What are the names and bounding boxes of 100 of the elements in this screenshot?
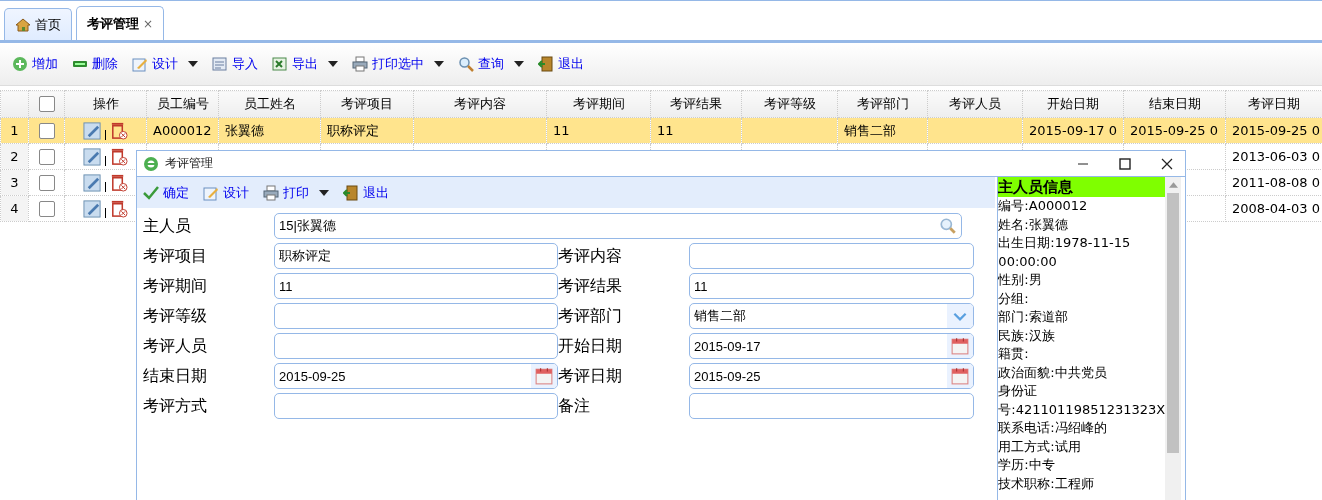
field-label: 备注 xyxy=(558,395,591,417)
info-line: 出生日期:1978-11-15 00:00:00 xyxy=(998,234,1132,271)
field-label: 考评期间 xyxy=(143,275,208,297)
toolbar-button[interactable]: 退出 xyxy=(538,55,584,73)
toolbar-button[interactable]: 查询 xyxy=(458,55,524,73)
calendar-icon[interactable] xyxy=(951,367,969,385)
info-line: 用工方式:试用 xyxy=(998,437,1082,456)
plus-icon xyxy=(12,56,28,72)
table-cell: 2015-09-17 0 xyxy=(1029,123,1117,138)
toolbar-button[interactable]: 设计 xyxy=(132,55,198,73)
date-field[interactable]: 2015-09-25 xyxy=(274,363,558,389)
door-icon xyxy=(343,184,359,201)
field-label: 主人员 xyxy=(143,215,192,237)
close-icon[interactable]: × xyxy=(143,16,154,31)
trash-icon[interactable] xyxy=(109,147,128,166)
info-line: 部门:索道部 xyxy=(998,308,1069,326)
toolbar-button[interactable]: 确定 xyxy=(143,183,189,202)
column-header[interactable]: 操作 xyxy=(92,96,119,111)
table-row[interactable]: 1 A000012 张翼德 职称评定 11 11 销售二部 2015-09-17 0 2015-09-25 0 2015-09-25 0 xyxy=(0,117,1322,144)
trash-icon[interactable] xyxy=(109,199,128,218)
sheet-icon xyxy=(212,56,228,72)
search-field[interactable]: 15|张翼德 xyxy=(274,213,962,239)
info-line: 分组: xyxy=(998,289,1030,308)
row-number: 2 xyxy=(10,149,19,164)
toolbar-button[interactable]: 导出 xyxy=(272,55,338,73)
toolbar-button[interactable]: 设计 xyxy=(203,183,249,202)
input-field[interactable] xyxy=(689,393,974,419)
edit-icon[interactable] xyxy=(83,173,102,192)
tab[interactable]: 首页 xyxy=(4,8,72,40)
checkbox[interactable] xyxy=(38,174,55,191)
checkbox[interactable] xyxy=(38,96,55,113)
printer-icon xyxy=(263,184,279,201)
input-field[interactable]: 11 xyxy=(689,273,974,299)
table-cell: 职称评定 xyxy=(327,122,379,138)
info-line: 姓名:张翼德 xyxy=(998,215,1069,234)
pencil-icon xyxy=(132,56,148,72)
toolbar-button[interactable]: 增加 xyxy=(12,55,58,73)
edit-icon[interactable] xyxy=(83,199,102,218)
table-cell: 2011-08-08 0 xyxy=(1232,175,1320,190)
calendar-icon[interactable] xyxy=(951,337,969,355)
input-field[interactable] xyxy=(689,243,974,269)
row-number: 3 xyxy=(10,175,19,190)
table-cell: 销售二部 xyxy=(844,122,896,138)
toolbar-button[interactable]: 打印 xyxy=(263,183,329,202)
door-icon xyxy=(538,56,554,72)
field-label: 考评部门 xyxy=(558,305,623,327)
row-number: 1 xyxy=(10,123,19,138)
date-field[interactable]: 2015-09-25 xyxy=(689,363,974,389)
input-field[interactable]: 职称评定 xyxy=(274,243,558,269)
scrollbar[interactable] xyxy=(1165,177,1182,500)
toolbar-button[interactable]: 导入 xyxy=(212,55,258,73)
check-icon xyxy=(143,184,159,201)
table-cell: 11 xyxy=(657,123,674,138)
caret-icon xyxy=(328,61,338,67)
info-line: 学历:中专 xyxy=(998,456,1056,474)
calendar-icon[interactable] xyxy=(535,367,553,385)
checkbox[interactable] xyxy=(38,148,55,165)
window-title: 考评管理 xyxy=(165,155,213,172)
info-line: 民族:汉族 xyxy=(998,326,1056,345)
table-cell: 11 xyxy=(553,123,570,138)
table-cell: 2015-09-25 0 xyxy=(1232,123,1320,138)
caret-icon xyxy=(319,189,329,196)
caret-icon xyxy=(514,61,524,67)
table-cell: 2015-09-25 0 xyxy=(1130,123,1218,138)
date-field[interactable]: 2015-09-17 xyxy=(689,333,974,359)
trash-icon[interactable] xyxy=(109,121,128,140)
toolbar-button[interactable]: 退出 xyxy=(343,183,389,202)
close-icon[interactable] xyxy=(1161,157,1173,170)
spreadsheet-icon xyxy=(272,56,288,72)
field-label: 考评方式 xyxy=(143,395,208,417)
toolbar-button[interactable]: 打印选中 xyxy=(352,55,444,73)
pencil-icon xyxy=(203,184,219,201)
checkbox[interactable] xyxy=(38,200,55,217)
caret-icon xyxy=(434,61,444,67)
dropdown-field[interactable]: 销售二部 xyxy=(689,303,974,329)
input-field[interactable] xyxy=(274,303,558,329)
scroll-up-icon[interactable] xyxy=(1168,182,1178,188)
field-label: 结束日期 xyxy=(143,365,208,387)
edit-icon[interactable] xyxy=(83,147,102,166)
info-line: 籍贯: xyxy=(998,345,1030,363)
search-icon[interactable] xyxy=(939,217,957,235)
checkbox[interactable] xyxy=(38,122,55,139)
home-icon xyxy=(15,16,31,33)
input-field[interactable] xyxy=(274,393,558,419)
input-field[interactable] xyxy=(274,333,558,359)
info-line: 联系电话:冯绍峰的 xyxy=(998,419,1108,437)
input-field[interactable]: 11 xyxy=(274,273,558,299)
table-cell: 2008-04-03 0 xyxy=(1232,201,1320,216)
edit-icon[interactable] xyxy=(83,121,102,140)
field-label: 考评日期 xyxy=(558,365,623,387)
trash-icon[interactable] xyxy=(109,173,128,192)
tab[interactable]: 考评管理 × xyxy=(76,6,165,40)
info-line: 编号:A000012 xyxy=(998,197,1089,215)
info-line: 性别:男 xyxy=(998,271,1043,289)
field-label: 考评项目 xyxy=(143,245,208,267)
field-label: 考评内容 xyxy=(558,245,623,267)
toolbar-button[interactable]: 删除 xyxy=(72,55,118,73)
caret-icon xyxy=(188,61,198,67)
maximize-icon[interactable] xyxy=(1119,157,1131,170)
field-label: 考评等级 xyxy=(143,305,208,327)
